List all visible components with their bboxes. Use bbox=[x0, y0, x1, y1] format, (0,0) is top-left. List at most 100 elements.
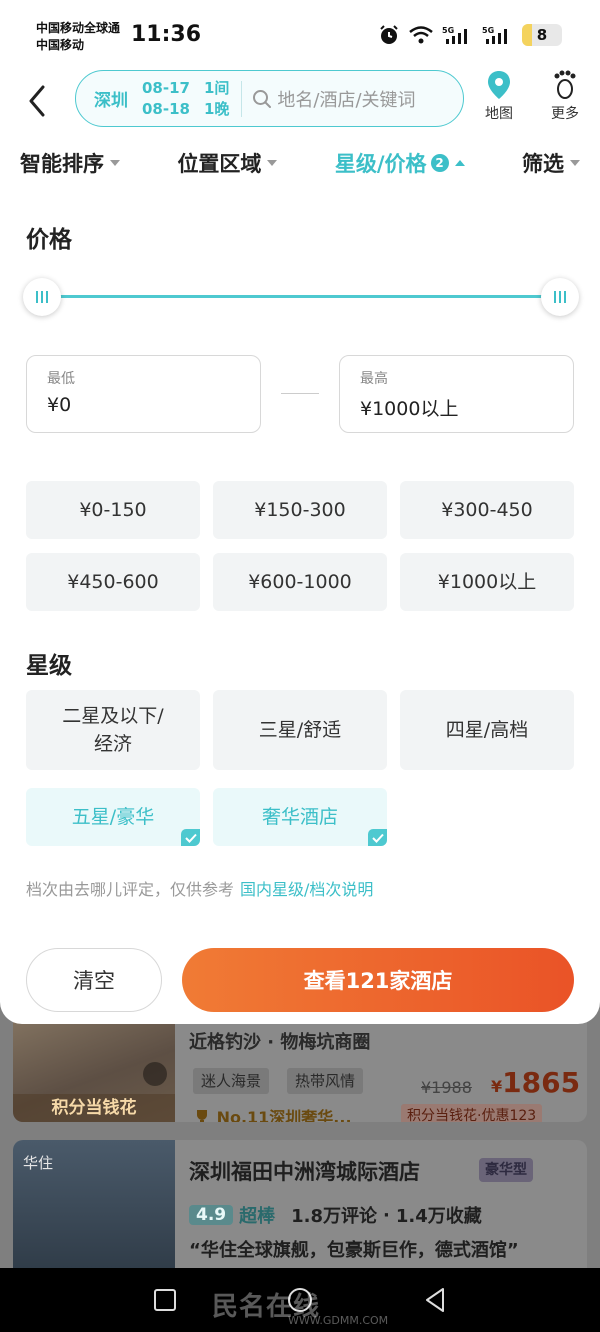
chevron-down-icon bbox=[267, 160, 278, 166]
clock: 11:36 bbox=[131, 22, 202, 47]
price-chip[interactable]: ¥600-1000 bbox=[213, 553, 387, 611]
sort-bar: 智能排序 位置区域 星级/价格 2 筛选 bbox=[0, 132, 600, 194]
wifi-icon bbox=[409, 26, 433, 44]
dot-separator: · bbox=[383, 1204, 390, 1226]
recent-apps-icon[interactable] bbox=[153, 1288, 177, 1312]
rank-text: No.11深圳奢华... bbox=[216, 1108, 352, 1122]
hotel-name: 深圳福田中洲湾城际酒店 bbox=[189, 1160, 420, 1184]
status-icons: 5G 5G 8 bbox=[378, 24, 562, 46]
hotel-tag: 迷人海景 bbox=[193, 1068, 270, 1094]
price-chip[interactable]: ¥300-450 bbox=[400, 481, 574, 539]
svg-text:5G: 5G bbox=[442, 26, 454, 35]
hotel-card[interactable]: 华住 深圳福田中洲湾城际酒店 豪华型 4.9 超棒 1.8万评论 · 1.4万收… bbox=[13, 1140, 587, 1280]
rating-label: 超棒 bbox=[239, 1206, 276, 1227]
hotel-image: 华住 bbox=[13, 1140, 175, 1280]
sort-smart[interactable]: 智能排序 bbox=[20, 148, 120, 178]
price-chip[interactable]: ¥0-150 bbox=[26, 481, 200, 539]
price-chip[interactable]: ¥150-300 bbox=[213, 481, 387, 539]
rating-note: 档次由去哪儿评定，仅供参考 国内星级/档次说明 bbox=[26, 876, 373, 900]
night-count: 1晚 bbox=[203, 99, 230, 118]
sort-star-price-label: 星级/价格 bbox=[334, 152, 427, 176]
divider bbox=[241, 80, 243, 117]
search-input[interactable]: 地名/酒店/关键词 bbox=[252, 86, 416, 112]
signal-5g-icon-2: 5G bbox=[482, 26, 507, 44]
price-chip[interactable]: ¥450-600 bbox=[26, 553, 200, 611]
rating-row: 4.9 超棒 1.8万评论 · 1.4万收藏 bbox=[189, 1202, 482, 1228]
star-chip-luxury-hotel[interactable]: 奢华酒店 bbox=[213, 788, 387, 846]
min-price-field[interactable]: 最低 ¥0 bbox=[26, 355, 261, 433]
battery-level: 8 bbox=[536, 26, 548, 44]
star-chip-premium[interactable]: 四星/高档 bbox=[400, 690, 574, 770]
sort-filter[interactable]: 筛选 bbox=[522, 148, 580, 178]
svg-text:5G: 5G bbox=[482, 26, 494, 35]
price-slider-min-handle[interactable] bbox=[23, 278, 61, 316]
map-pin-icon bbox=[488, 71, 510, 99]
search-icon bbox=[253, 89, 272, 108]
carrier-label: 中国移动全球通 中国移动 bbox=[36, 20, 120, 54]
back-nav-icon[interactable] bbox=[423, 1287, 447, 1313]
star-chip-comfort[interactable]: 三星/舒适 bbox=[213, 690, 387, 770]
alarm-icon bbox=[380, 25, 398, 44]
map-button[interactable]: 地图 bbox=[479, 70, 519, 123]
min-price-value: ¥0 bbox=[47, 394, 72, 416]
clear-button[interactable]: 清空 bbox=[26, 948, 162, 1012]
checkin-date: 08-17 bbox=[142, 78, 190, 97]
more-label: 更多 bbox=[551, 106, 579, 122]
watermark-url: WWW.GDMM.COM bbox=[288, 1314, 389, 1327]
status-bar: 中国移动全球通 中国移动 11:36 5G 5G 8 bbox=[0, 0, 600, 70]
star-chip-economy-label: 二星及以下/经济 bbox=[62, 705, 164, 755]
rating-score: 4.9 bbox=[189, 1205, 234, 1225]
star-chip-luxury-hotel-label: 奢华酒店 bbox=[261, 806, 338, 828]
chevron-down-icon bbox=[110, 160, 120, 166]
battery-indicator: 8 bbox=[522, 24, 562, 46]
selected-count-badge: 2 bbox=[430, 154, 449, 172]
brand-tag: 华住 bbox=[23, 1154, 54, 1172]
promo-badge: 积分当钱花·优惠123 bbox=[401, 1104, 543, 1122]
price-currency: ¥ bbox=[491, 1077, 503, 1096]
chevron-left-icon bbox=[29, 85, 45, 117]
star-chip-economy[interactable]: 二星及以下/经济 bbox=[26, 690, 200, 770]
price-chip[interactable]: ¥1000以上 bbox=[400, 553, 574, 611]
original-price: ¥1988 bbox=[421, 1078, 472, 1097]
level-badge: 豪华型 bbox=[479, 1158, 533, 1182]
search-box[interactable]: 深圳 08-17 1间 08-18 1晚 地名/酒店/关键词 bbox=[75, 70, 464, 127]
price-slider-track[interactable] bbox=[42, 295, 560, 298]
sort-smart-label: 智能排序 bbox=[20, 152, 104, 176]
price-section-title: 价格 bbox=[26, 227, 72, 253]
hotel-subtitle: 近格钓沙 · 物梅坑商圈 bbox=[189, 1032, 371, 1053]
search-placeholder: 地名/酒店/关键词 bbox=[277, 89, 416, 111]
checkout-date: 08-18 bbox=[142, 99, 190, 118]
rank-badge: No.11深圳奢华... bbox=[193, 1104, 352, 1122]
map-label: 地图 bbox=[485, 106, 513, 122]
review-count: 1.8万评论 bbox=[291, 1206, 378, 1227]
carrier-line-2: 中国移动 bbox=[36, 38, 85, 52]
checkmark-icon bbox=[181, 829, 200, 846]
carrier-line-1: 中国移动全球通 bbox=[36, 21, 121, 35]
image-label: 积分当钱花 bbox=[13, 1094, 175, 1122]
search-header: 深圳 08-17 1间 08-18 1晚 地名/酒店/关键词 地图 更多 bbox=[0, 70, 600, 132]
back-button[interactable] bbox=[22, 84, 52, 118]
signal-5g-icon: 5G bbox=[442, 26, 467, 44]
star-price-filter-panel: 价格 最低 ¥0 最高 ¥1000以上 ¥0-150 ¥150-300 ¥300… bbox=[0, 194, 600, 1024]
max-price-field[interactable]: 最高 ¥1000以上 bbox=[339, 355, 574, 433]
star-chip-luxury[interactable]: 五星/豪华 bbox=[26, 788, 200, 846]
rating-explain-link[interactable]: 国内星级/档次说明 bbox=[240, 880, 373, 899]
sort-star-price[interactable]: 星级/价格 2 bbox=[335, 148, 465, 178]
more-button[interactable]: 更多 bbox=[545, 70, 585, 123]
footprint-icon bbox=[554, 70, 576, 99]
price-value: 1865 bbox=[502, 1066, 581, 1099]
room-count: 1间 bbox=[203, 78, 230, 97]
max-price-label: 最高 bbox=[360, 371, 388, 387]
min-price-label: 最低 bbox=[47, 371, 75, 387]
play-icon bbox=[143, 1062, 167, 1086]
star-section-title: 星级 bbox=[26, 653, 72, 679]
hotel-quote: “华住全球旗舰，包豪斯巨作，德式酒馆” bbox=[189, 1240, 519, 1261]
max-price-value: ¥1000以上 bbox=[360, 398, 459, 420]
view-hotels-button[interactable]: 查看121家酒店 bbox=[182, 948, 574, 1012]
date-range[interactable]: 08-17 1间 08-18 1晚 bbox=[142, 78, 229, 120]
price-slider-max-handle[interactable] bbox=[541, 278, 579, 316]
chevron-up-icon bbox=[454, 160, 465, 166]
range-dash bbox=[281, 393, 319, 394]
city-label[interactable]: 深圳 bbox=[94, 86, 128, 111]
sort-location[interactable]: 位置区域 bbox=[177, 148, 278, 178]
